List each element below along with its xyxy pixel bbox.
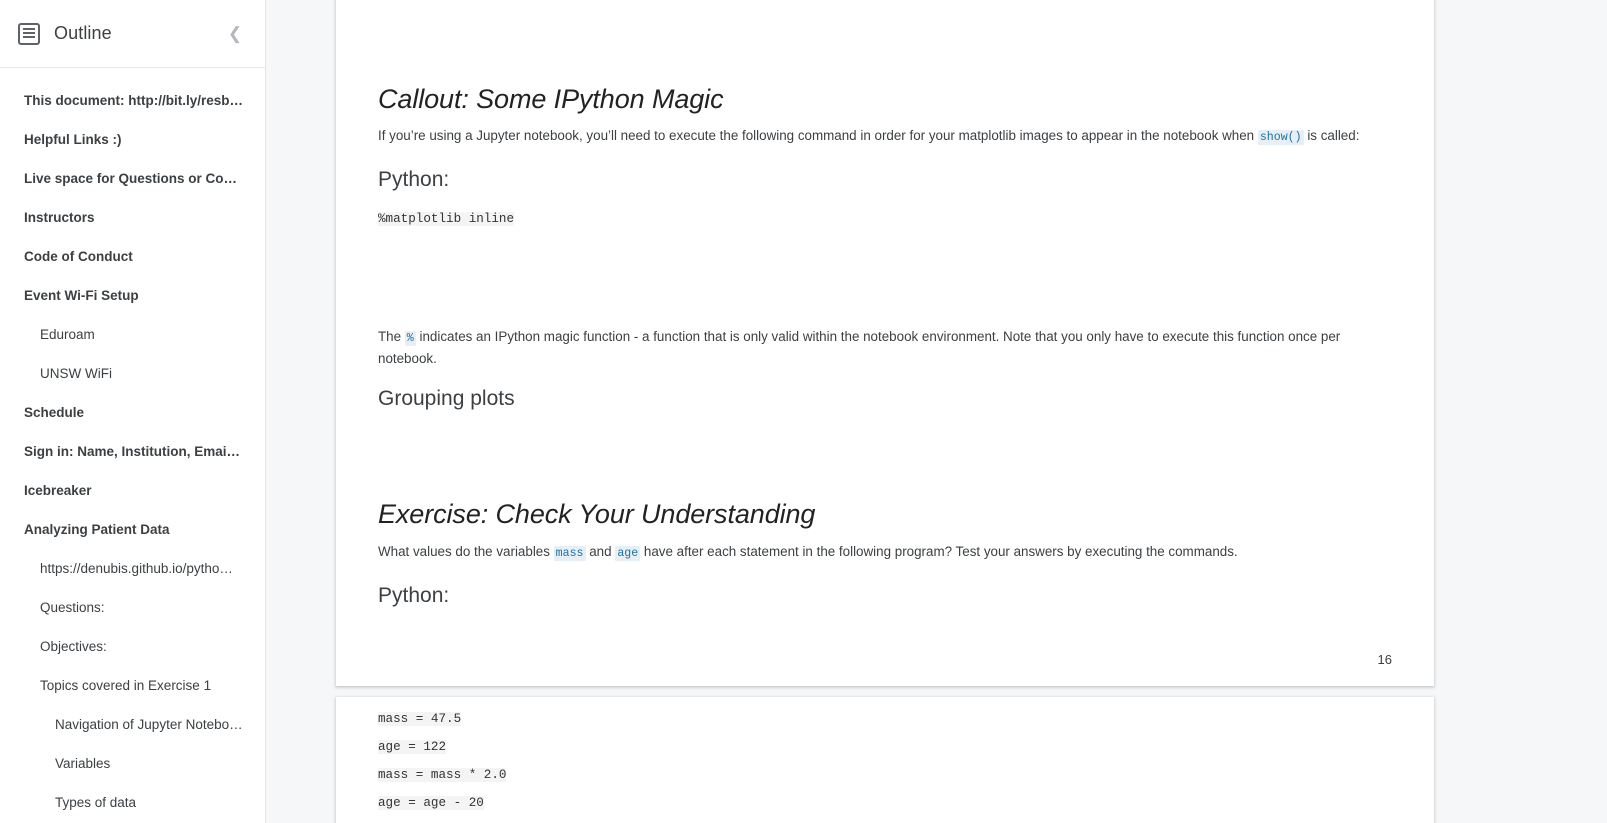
outline-item[interactable]: Instructors — [0, 198, 265, 237]
page-1-content: Callout: Some IPython Magic If you’re us… — [336, 0, 1434, 686]
paragraph-jupyter-intro-text-after: is called: — [1304, 128, 1360, 143]
paragraph-jupyter-intro-text-before: If you’re using a Jupyter notebook, you’… — [378, 128, 1258, 143]
outline-item[interactable]: Eduroam — [0, 315, 265, 354]
paragraph-magic-text-after: indicates an IPython magic function - a … — [378, 329, 1340, 366]
outline-list-icon — [18, 23, 40, 45]
outline-item[interactable]: Code of Conduct — [0, 237, 265, 276]
outline-item[interactable]: Schedule — [0, 393, 265, 432]
paragraph-magic-function: The % indicates an IPython magic functio… — [378, 327, 1363, 369]
heading-python-2: Python: — [378, 582, 449, 610]
code-line: age = age - 20 — [378, 796, 484, 810]
outline-item[interactable]: Sign in: Name, Institution, Email, T… — [0, 432, 265, 471]
inline-code-age: age — [615, 546, 640, 561]
outline-item[interactable]: Questions: — [0, 588, 265, 627]
paragraph-exercise-question: What values do the variables mass and ag… — [378, 542, 1378, 564]
outline-item[interactable]: Icebreaker — [0, 471, 265, 510]
outline-item[interactable]: Event Wi-Fi Setup — [0, 276, 265, 315]
code-line: mass = mass * 2.0 — [378, 768, 506, 782]
outline-item[interactable]: Objectives: — [0, 627, 265, 666]
document-page-2: mass = 47.5 age = 122 mass = mass * 2.0 … — [336, 697, 1434, 823]
heading-exercise-check-understanding: Exercise: Check Your Understanding — [378, 497, 815, 531]
heading-python-1: Python: — [378, 166, 449, 194]
inline-code-mass: mass — [554, 546, 586, 561]
paragraph-exercise-text-after: have after each statement in the followi… — [640, 544, 1237, 559]
outline-item[interactable]: Navigation of Jupyter Notebo… — [0, 705, 265, 744]
paragraph-jupyter-intro: If you’re using a Jupyter notebook, you’… — [378, 126, 1378, 148]
heading-grouping-plots: Grouping plots — [378, 385, 515, 413]
outline-item[interactable]: Live space for Questions or Com… — [0, 159, 265, 198]
code-line: %matplotlib inline — [378, 212, 514, 226]
outline-header: Outline ❮ — [0, 0, 265, 68]
outline-title: Outline — [54, 23, 221, 44]
outline-item[interactable]: This document: http://bit.ly/resba… — [0, 81, 265, 120]
paragraph-exercise-text-mid: and — [586, 544, 616, 559]
paragraph-exercise-text-before: What values do the variables — [378, 544, 554, 559]
document-scroll-area[interactable]: Callout: Some IPython Magic If you’re us… — [266, 0, 1607, 823]
inline-code-percent: % — [405, 331, 416, 346]
page-number: 16 — [1378, 652, 1392, 667]
outline-item-list[interactable]: This document: http://bit.ly/resba…Helpf… — [0, 68, 265, 823]
document-page-1: Callout: Some IPython Magic If you’re us… — [336, 0, 1434, 686]
outline-sidebar: Outline ❮ This document: http://bit.ly/r… — [0, 0, 266, 823]
outline-item[interactable]: https://denubis.github.io/pytho… — [0, 549, 265, 588]
inline-code-show: show() — [1258, 130, 1304, 145]
code-block-mass-age: mass = 47.5 age = 122 mass = mass * 2.0 … — [378, 705, 506, 817]
code-block-matplotlib-inline: %matplotlib inline — [378, 205, 514, 233]
outline-item[interactable]: Topics covered in Exercise 1 — [0, 666, 265, 705]
outline-item[interactable]: UNSW WiFi — [0, 354, 265, 393]
code-line: age = 122 — [378, 740, 446, 754]
docs-viewer: Outline ❮ This document: http://bit.ly/r… — [0, 0, 1607, 823]
heading-callout-ipython-magic: Callout: Some IPython Magic — [378, 82, 723, 116]
outline-item[interactable]: Analyzing Patient Data — [0, 510, 265, 549]
outline-item[interactable]: Helpful Links :) — [0, 120, 265, 159]
outline-item[interactable]: Types of data — [0, 783, 265, 822]
chevron-left-icon[interactable]: ❮ — [221, 20, 249, 48]
paragraph-magic-text-before: The — [378, 329, 405, 344]
code-line: mass = 47.5 — [378, 712, 461, 726]
outline-item[interactable]: Variables — [0, 744, 265, 783]
page-2-content: mass = 47.5 age = 122 mass = mass * 2.0 … — [336, 697, 1434, 823]
